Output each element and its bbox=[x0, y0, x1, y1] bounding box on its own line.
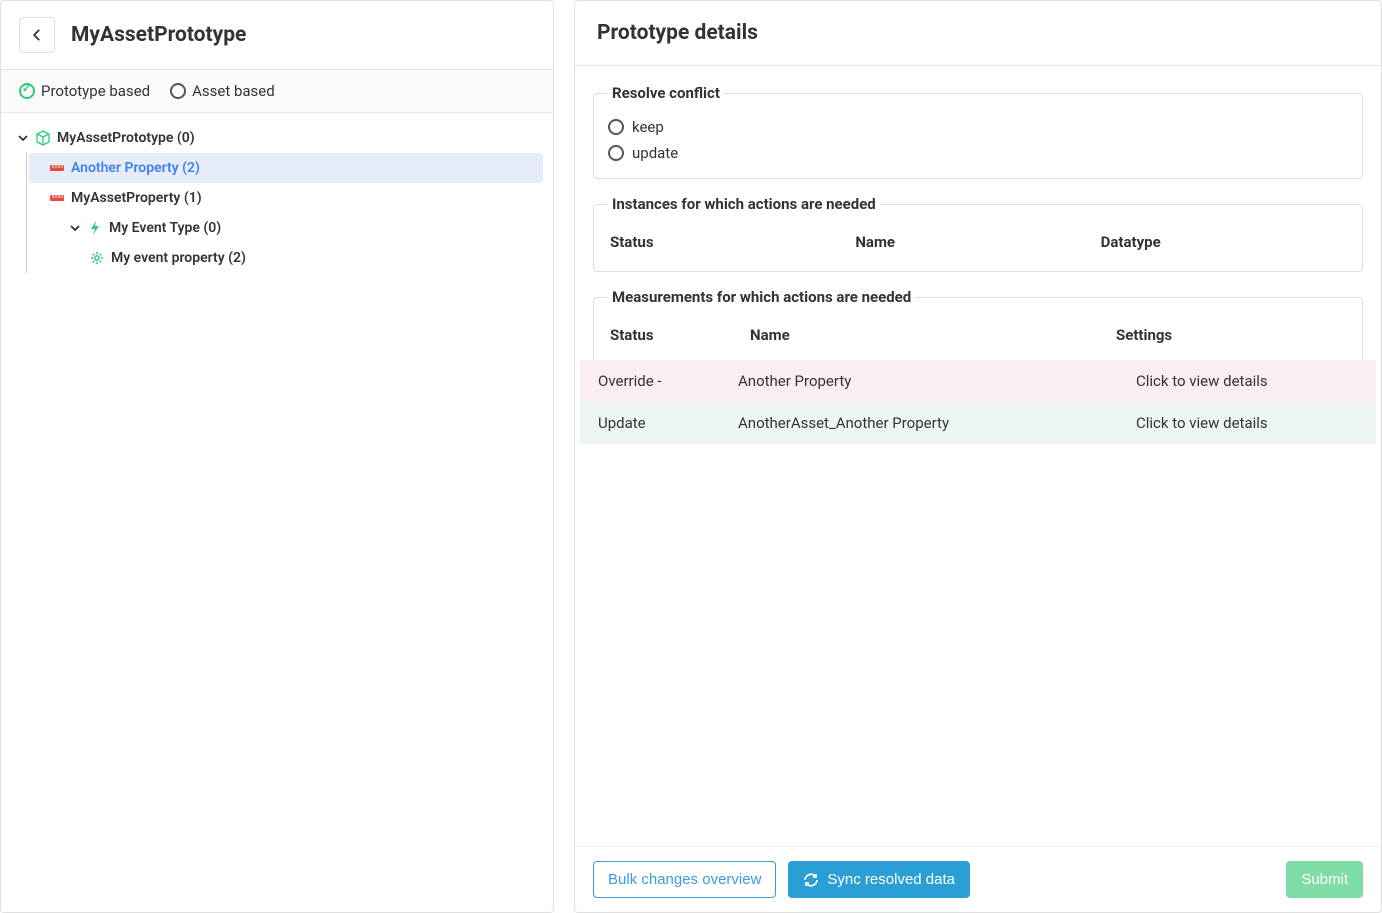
tab-prototype-based[interactable]: Prototype based bbox=[19, 82, 150, 100]
instances-header-row: Status Name Datatype bbox=[608, 225, 1348, 259]
details-title: Prototype details bbox=[597, 21, 1359, 45]
right-header: Prototype details bbox=[575, 1, 1381, 66]
chevron-left-icon bbox=[30, 28, 44, 42]
tree-label: My event property (2) bbox=[111, 250, 246, 266]
col-status: Status bbox=[610, 326, 750, 344]
footer-bar: Bulk changes overview Sync resolved data… bbox=[575, 846, 1381, 912]
resolve-keep-option[interactable]: keep bbox=[608, 114, 1348, 140]
ruler-icon bbox=[49, 160, 65, 176]
tab-label: Prototype based bbox=[41, 82, 150, 100]
cell-status: Override - bbox=[594, 372, 734, 390]
section-legend: Instances for which actions are needed bbox=[608, 195, 880, 213]
resolve-update-option[interactable]: update bbox=[608, 140, 1348, 166]
col-datatype: Datatype bbox=[1101, 233, 1346, 251]
left-panel: MyAssetPrototype Prototype based Asset b… bbox=[0, 0, 554, 913]
measurement-row[interactable]: UpdateAnotherAsset_Another PropertyClick… bbox=[580, 402, 1376, 444]
submit-button[interactable]: Submit bbox=[1286, 861, 1363, 898]
cube-icon bbox=[35, 130, 51, 146]
cell-name: Another Property bbox=[734, 372, 1132, 390]
tree-label: MyAssetPrototype (0) bbox=[57, 130, 195, 146]
back-button[interactable] bbox=[19, 17, 55, 53]
col-name: Name bbox=[855, 233, 1100, 251]
cell-status: Update bbox=[594, 414, 734, 432]
instances-section: Instances for which actions are needed S… bbox=[593, 195, 1363, 272]
radio-label: update bbox=[632, 144, 678, 162]
tree-label: Another Property (2) bbox=[71, 160, 200, 176]
tab-bar: Prototype based Asset based bbox=[1, 69, 553, 113]
tree-node-my-event-property[interactable]: My event property (2) bbox=[29, 243, 543, 273]
button-label: Bulk changes overview bbox=[608, 871, 761, 888]
tree-label: My Event Type (0) bbox=[109, 220, 221, 236]
tab-label: Asset based bbox=[192, 82, 275, 100]
gear-icon bbox=[89, 250, 105, 266]
radio-label: keep bbox=[632, 118, 664, 136]
chevron-down-icon bbox=[17, 133, 29, 143]
radio-unchecked-icon bbox=[608, 145, 624, 161]
col-status: Status bbox=[610, 233, 855, 251]
right-panel: Prototype details Resolve conflict keep … bbox=[574, 0, 1382, 913]
tree-node-my-asset-property[interactable]: MyAssetProperty (1) bbox=[29, 183, 543, 213]
radio-unchecked-icon bbox=[170, 83, 186, 99]
measurements-header-row: Status Name Settings bbox=[608, 318, 1348, 352]
button-label: Sync resolved data bbox=[827, 871, 955, 888]
page-title: MyAssetPrototype bbox=[71, 23, 246, 47]
refresh-icon bbox=[803, 872, 819, 888]
section-legend: Measurements for which actions are neede… bbox=[608, 288, 915, 306]
chevron-down-icon bbox=[69, 223, 81, 233]
radio-checked-icon bbox=[19, 83, 35, 99]
tree-view: MyAssetPrototype (0) Another Property (2… bbox=[1, 113, 553, 912]
measurements-body: Override -Another PropertyClick to view … bbox=[594, 360, 1362, 444]
bulk-changes-button[interactable]: Bulk changes overview bbox=[593, 861, 776, 898]
sync-resolved-button[interactable]: Sync resolved data bbox=[788, 861, 970, 898]
cell-name: AnotherAsset_Another Property bbox=[734, 414, 1132, 432]
tab-asset-based[interactable]: Asset based bbox=[170, 82, 275, 100]
button-label: Submit bbox=[1301, 871, 1348, 888]
measurements-section: Measurements for which actions are neede… bbox=[593, 288, 1363, 433]
right-body: Resolve conflict keep update Instances f… bbox=[575, 66, 1381, 846]
measurement-row[interactable]: Override -Another PropertyClick to view … bbox=[580, 360, 1376, 402]
cell-settings: Click to view details bbox=[1132, 414, 1362, 432]
tree-node-root[interactable]: MyAssetPrototype (0) bbox=[11, 123, 543, 153]
col-settings: Settings bbox=[1116, 326, 1346, 344]
col-name: Name bbox=[750, 326, 1116, 344]
radio-unchecked-icon bbox=[608, 119, 624, 135]
section-legend: Resolve conflict bbox=[608, 84, 724, 102]
ruler-icon bbox=[49, 190, 65, 206]
resolve-conflict-section: Resolve conflict keep update bbox=[593, 84, 1363, 179]
left-header: MyAssetPrototype bbox=[1, 1, 553, 69]
tree-node-another-property[interactable]: Another Property (2) bbox=[29, 153, 543, 183]
tree-label: MyAssetProperty (1) bbox=[71, 190, 202, 206]
cell-settings: Click to view details bbox=[1132, 372, 1362, 390]
bolt-icon bbox=[87, 220, 103, 236]
tree-node-my-event-type[interactable]: My Event Type (0) bbox=[29, 213, 543, 243]
